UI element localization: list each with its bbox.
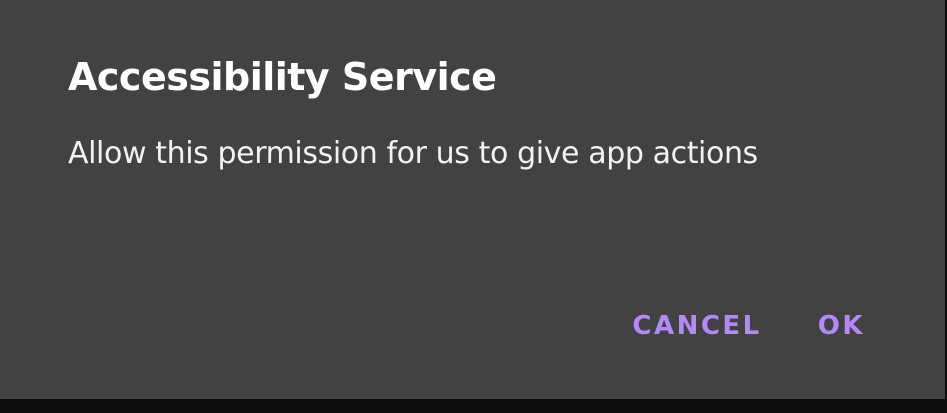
dialog-message: Allow this permission for us to give app… <box>68 136 758 171</box>
accessibility-permission-dialog: Accessibility Service Allow this permiss… <box>0 0 945 399</box>
dialog-title: Accessibility Service <box>68 55 497 99</box>
ok-button[interactable]: OK <box>818 306 865 346</box>
cancel-button[interactable]: CANCEL <box>632 306 761 346</box>
dialog-actions: CANCEL OK <box>632 306 865 346</box>
